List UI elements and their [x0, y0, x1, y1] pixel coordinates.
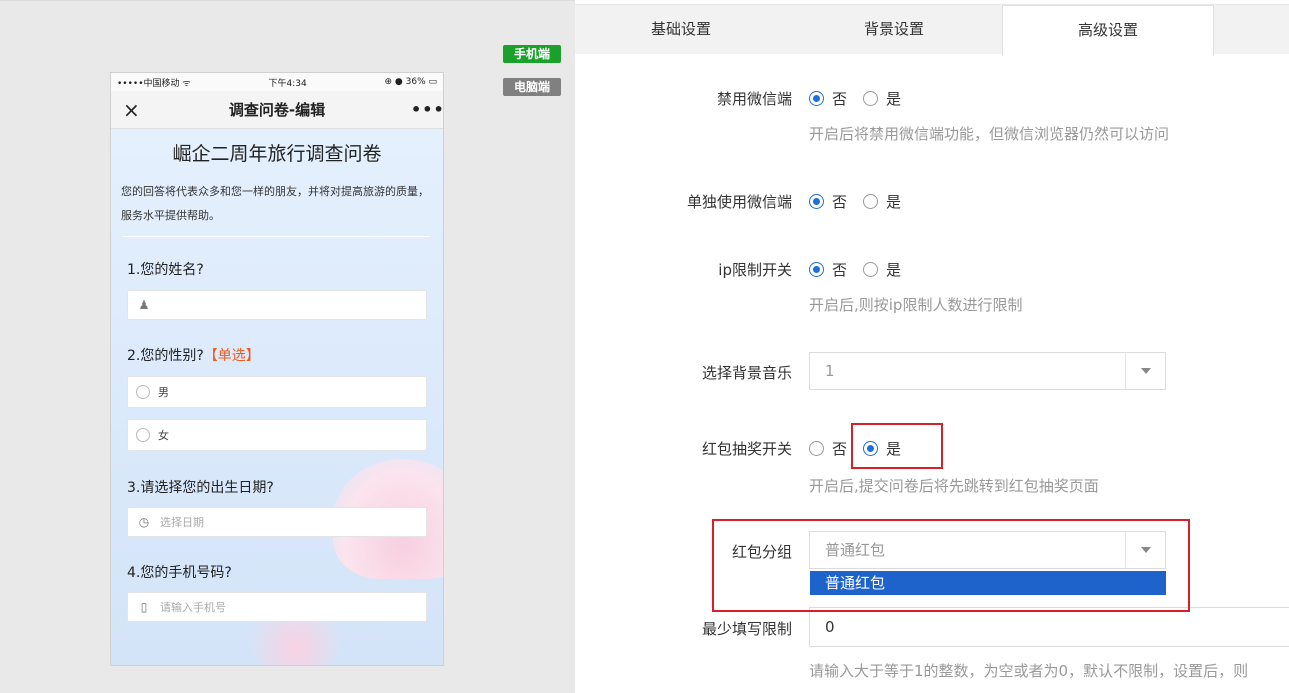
min-fill-input[interactable]: 0: [809, 607, 1289, 647]
mobile-mode-badge[interactable]: 手机端: [503, 45, 561, 63]
single-choice-tag: 【单选】: [203, 348, 260, 364]
disable-wechat-hint: 开启后将禁用微信端功能，但微信浏览器仍然可以访问: [809, 125, 1170, 143]
birthdate-picker[interactable]: ◷ 选择日期: [127, 507, 427, 537]
ip-limit-radio-group: 否 是: [809, 259, 917, 280]
solo-wechat-no[interactable]: 否: [809, 191, 847, 212]
chevron-down-icon[interactable]: [1125, 353, 1165, 389]
bg-music-value: 1: [825, 362, 835, 380]
highlight-box-redpacket-yes: [851, 423, 943, 469]
min-fill-hint: 请输入大于等于1的整数，为空或者为0，默认不限制，设置后，则: [809, 662, 1249, 680]
tab-background-settings[interactable]: 背景设置: [788, 5, 1000, 55]
survey-title: 崛企二周年旅行调查问卷: [172, 143, 382, 165]
option-label: 否: [832, 261, 848, 279]
radio-unchecked-icon: [863, 194, 879, 209]
gender-male-label: 男: [158, 386, 169, 399]
question-1: 1.您的姓名?: [127, 262, 204, 278]
question-2: 2.您的性别?【单选】: [127, 345, 260, 365]
carrier-signal: •••••中国移动 ᯤ: [117, 78, 191, 89]
disable-wechat-no[interactable]: 否: [809, 88, 847, 109]
question-2-text: 2.您的性别?: [127, 348, 204, 364]
ip-limit-yes[interactable]: 是: [863, 259, 901, 280]
phone-number-input[interactable]: ▯ 请输入手机号: [127, 592, 427, 622]
tab-basic-settings[interactable]: 基础设置: [575, 5, 787, 55]
battery-status: ⊕ ● 36% ▭: [384, 77, 437, 87]
option-label: 否: [832, 90, 848, 108]
question-3: 3.请选择您的出生日期?: [127, 480, 274, 496]
bg-music-select[interactable]: 1: [809, 352, 1166, 390]
solo-wechat-radio-group: 否 是: [809, 191, 917, 212]
more-icon[interactable]: •••: [411, 100, 443, 119]
phone-preview: •••••中国移动 ᯤ 下午4:34 ⊕ ● 36% ▭ × 调查问卷-编辑 •…: [110, 72, 444, 666]
gender-female-label: 女: [158, 429, 169, 442]
solo-wechat-yes[interactable]: 是: [863, 191, 901, 212]
phone-nav-title: 调查问卷-编辑: [228, 101, 326, 119]
date-placeholder: 选择日期: [160, 516, 204, 529]
option-label: 是: [886, 261, 902, 279]
radio-unchecked-icon: [809, 441, 824, 456]
radio-unchecked-icon: [863, 91, 879, 106]
name-input[interactable]: ♟: [127, 290, 427, 320]
disable-wechat-label: 禁用微信端: [716, 90, 792, 108]
status-time: 下午4:34: [268, 78, 307, 89]
ip-limit-hint: 开启后,则按ip限制人数进行限制: [809, 296, 1023, 314]
radio-checked-icon: [809, 262, 824, 277]
redpacket-label: 红包抽奖开关: [701, 440, 792, 458]
gender-option-male[interactable]: 男: [127, 376, 427, 408]
phone-nav-bar: × 调查问卷-编辑 •••: [111, 91, 443, 129]
settings-tabs: 基础设置 背景设置 高级设置: [575, 4, 1289, 56]
option-label: 是: [886, 90, 902, 108]
phone-placeholder: 请输入手机号: [160, 601, 226, 614]
pc-mode-badge[interactable]: 电脑端: [503, 78, 561, 96]
redpacket-no[interactable]: 否: [809, 438, 847, 459]
radio-checked-icon: [809, 91, 824, 106]
user-icon: ♟: [138, 298, 150, 312]
tab-advanced-settings[interactable]: 高级设置: [1002, 5, 1214, 56]
survey-description: 您的回答将代表众多和您一样的朋友，并将对提高旅游的质量，服务水平提供帮助。: [121, 185, 429, 222]
option-label: 否: [832, 193, 848, 211]
min-fill-value: 0: [825, 618, 835, 636]
option-label: 是: [886, 193, 902, 211]
mobile-icon: ▯: [140, 600, 148, 614]
option-label: 否: [832, 440, 848, 458]
solo-wechat-label: 单独使用微信端: [686, 193, 792, 211]
gender-option-female[interactable]: 女: [127, 419, 427, 451]
clock-icon: ◷: [138, 515, 150, 529]
question-4: 4.您的手机号码?: [127, 565, 232, 581]
bg-music-label: 选择背景音乐: [701, 364, 792, 382]
phone-status-bar: •••••中国移动 ᯤ 下午4:34 ⊕ ● 36% ▭: [111, 73, 443, 91]
radio-icon: [136, 428, 150, 442]
ip-limit-label: ip限制开关: [718, 261, 792, 279]
survey-body: 崛企二周年旅行调查问卷 您的回答将代表众多和您一样的朋友，并将对提高旅游的质量，…: [111, 129, 443, 665]
divider: [123, 236, 429, 237]
disable-wechat-yes[interactable]: 是: [863, 88, 901, 109]
radio-unchecked-icon: [863, 262, 879, 277]
ip-limit-no[interactable]: 否: [809, 259, 847, 280]
min-fill-label: 最少填写限制: [701, 620, 792, 638]
highlight-box-redpacket-group: [712, 519, 1190, 612]
disable-wechat-radio-group: 否 是: [809, 88, 917, 109]
radio-icon: [136, 385, 150, 399]
close-icon[interactable]: ×: [123, 98, 143, 122]
radio-checked-icon: [809, 194, 824, 209]
redpacket-hint: 开启后,提交问卷后将先跳转到红包抽奖页面: [809, 477, 1099, 495]
